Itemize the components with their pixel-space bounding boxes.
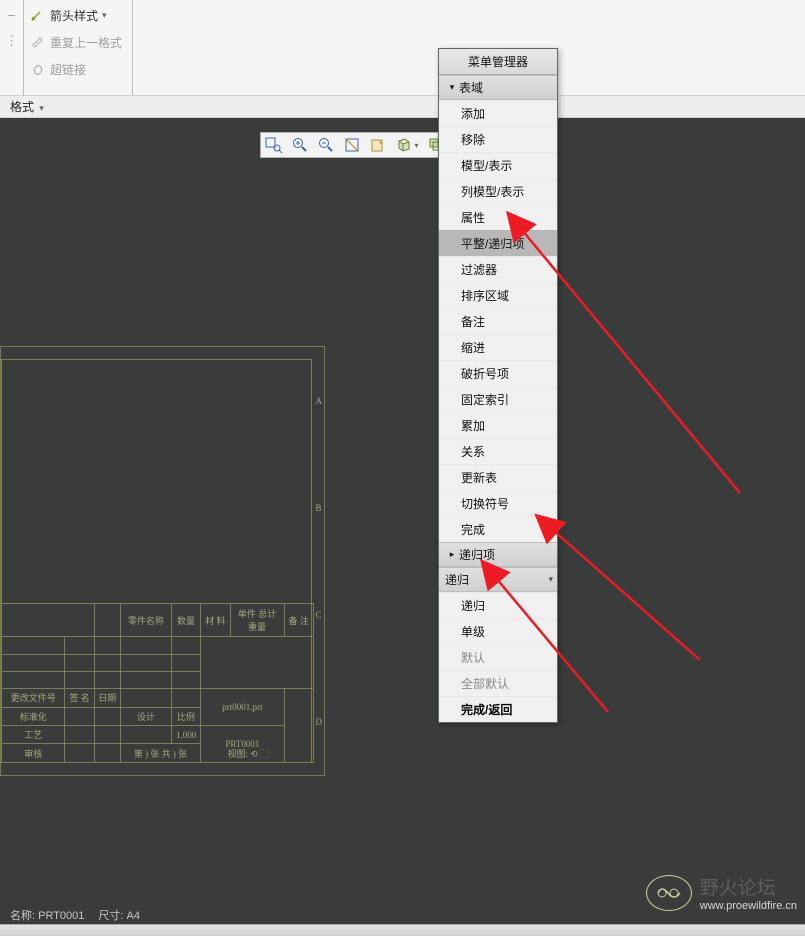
menu-section-recur[interactable]: 递归 ▾ — [439, 567, 557, 592]
hyperlink-label: 超链接 — [50, 61, 86, 78]
menu-item-default[interactable]: 默认 — [439, 644, 557, 670]
menu-item-sort-region[interactable]: 排序区域 — [439, 282, 557, 308]
view-cube-button[interactable]: ▾ — [392, 134, 422, 156]
format-label: 格式 — [10, 100, 34, 114]
sub-tab-row: 格式 ▾ — [0, 96, 805, 118]
menu-item-accumulate[interactable]: 累加 — [439, 412, 557, 438]
file-name-cell: prt0001.prt — [201, 689, 284, 726]
arrow-style-button[interactable]: 箭头样式 ▾ — [26, 2, 126, 29]
menu-item-remark[interactable]: 备注 — [439, 308, 557, 334]
menu-item-update-table[interactable]: 更新表 — [439, 464, 557, 490]
title-block: 零件名称 数量 材 料 单件 总计重量 备 注 更改文件号签 名日期 prt00… — [1, 603, 314, 763]
menu-item-relations[interactable]: 关系 — [439, 438, 557, 464]
menu-item-add[interactable]: 添加 — [439, 100, 557, 126]
format-dropdown[interactable]: 格式 ▾ — [2, 95, 52, 118]
menu-item-switch-sym[interactable]: 切换符号 — [439, 490, 557, 516]
watermark-url: www.proewildfire.cn — [700, 900, 797, 912]
menu-item-fixed-index[interactable]: 固定索引 — [439, 386, 557, 412]
chevron-down-icon: ▾ — [39, 103, 44, 113]
menu-item-done-return[interactable]: 完成/返回 — [439, 696, 557, 722]
right-zone-marks: A B C D — [316, 347, 323, 775]
zoom-out-button[interactable] — [314, 134, 338, 156]
menu-item-remove[interactable]: 移除 — [439, 126, 557, 152]
redraw-button[interactable] — [340, 134, 364, 156]
menu-item-flat-recur[interactable]: 平整/递归项 — [439, 230, 557, 256]
watermark-title: 野火论坛 — [700, 873, 797, 900]
collapse-icon: ▸ — [445, 549, 459, 560]
menu-section-recur-item[interactable]: ▸ 递归项 — [439, 542, 557, 567]
dropdown-icon: ▾ — [548, 574, 553, 585]
repeat-format-button[interactable]: 重复上一格式 — [26, 29, 126, 56]
menu-item-model-rep[interactable]: 模型/表示 — [439, 152, 557, 178]
icon-slot-2: ⋮ — [0, 28, 23, 54]
ribbon: ⎯ ⋮ 箭头样式 ▾ 重复上一格式 超链接 — [0, 0, 805, 96]
arrow-style-label: 箭头样式 — [50, 7, 98, 24]
expand-icon: ▾ — [445, 82, 459, 93]
icon-slot-1: ⎯ — [0, 2, 23, 28]
hyperlink-button[interactable]: 超链接 — [26, 56, 126, 83]
watermark-logo-icon — [646, 875, 692, 911]
menu-item-all-default[interactable]: 全部默认 — [439, 670, 557, 696]
menu-title: 菜单管理器 — [439, 49, 557, 75]
drawing-canvas: A B C D 零件名称 数量 材 料 单件 总计重量 备 注 更改文件号签 名 — [0, 118, 805, 904]
view-toolbar: ▾ — [260, 132, 450, 158]
menu-item-done[interactable]: 完成 — [439, 516, 557, 542]
status-size: 尺寸: A4 — [98, 907, 140, 923]
menu-manager-panel: 菜单管理器 ▾ 表域 添加 移除 模型/表示 列模型/表示 属性 平整/递归项 … — [438, 48, 558, 723]
zoom-window-button[interactable] — [262, 134, 286, 156]
chevron-down-icon: ▾ — [102, 10, 107, 21]
menu-item-dash[interactable]: 破折号项 — [439, 360, 557, 386]
link-icon — [30, 62, 46, 78]
ribbon-group-left: ⎯ ⋮ — [0, 0, 24, 95]
paintbrush-icon — [30, 35, 46, 51]
chevron-down-icon: ▾ — [414, 141, 418, 150]
zoom-in-button[interactable] — [288, 134, 312, 156]
status-name: 名称: PRT0001 — [10, 907, 84, 923]
ribbon-group-style: 箭头样式 ▾ 重复上一格式 超链接 — [24, 0, 133, 95]
watermark: 野火论坛 www.proewildfire.cn — [646, 873, 797, 912]
menu-item-indent[interactable]: 缩进 — [439, 334, 557, 360]
bottom-bar — [0, 924, 805, 936]
menu-section-table[interactable]: ▾ 表域 — [439, 75, 557, 100]
menu-item-recur[interactable]: 递归 — [439, 592, 557, 618]
arrow-icon — [30, 8, 46, 24]
menu-item-attributes[interactable]: 属性 — [439, 204, 557, 230]
repeat-format-label: 重复上一格式 — [50, 34, 122, 51]
drawing-sheet[interactable]: A B C D 零件名称 数量 材 料 单件 总计重量 备 注 更改文件号签 名 — [0, 346, 325, 776]
menu-item-filter[interactable]: 过滤器 — [439, 256, 557, 282]
sheet-button[interactable] — [366, 134, 390, 156]
menu-item-col-model-rep[interactable]: 列模型/表示 — [439, 178, 557, 204]
menu-item-single[interactable]: 单级 — [439, 618, 557, 644]
